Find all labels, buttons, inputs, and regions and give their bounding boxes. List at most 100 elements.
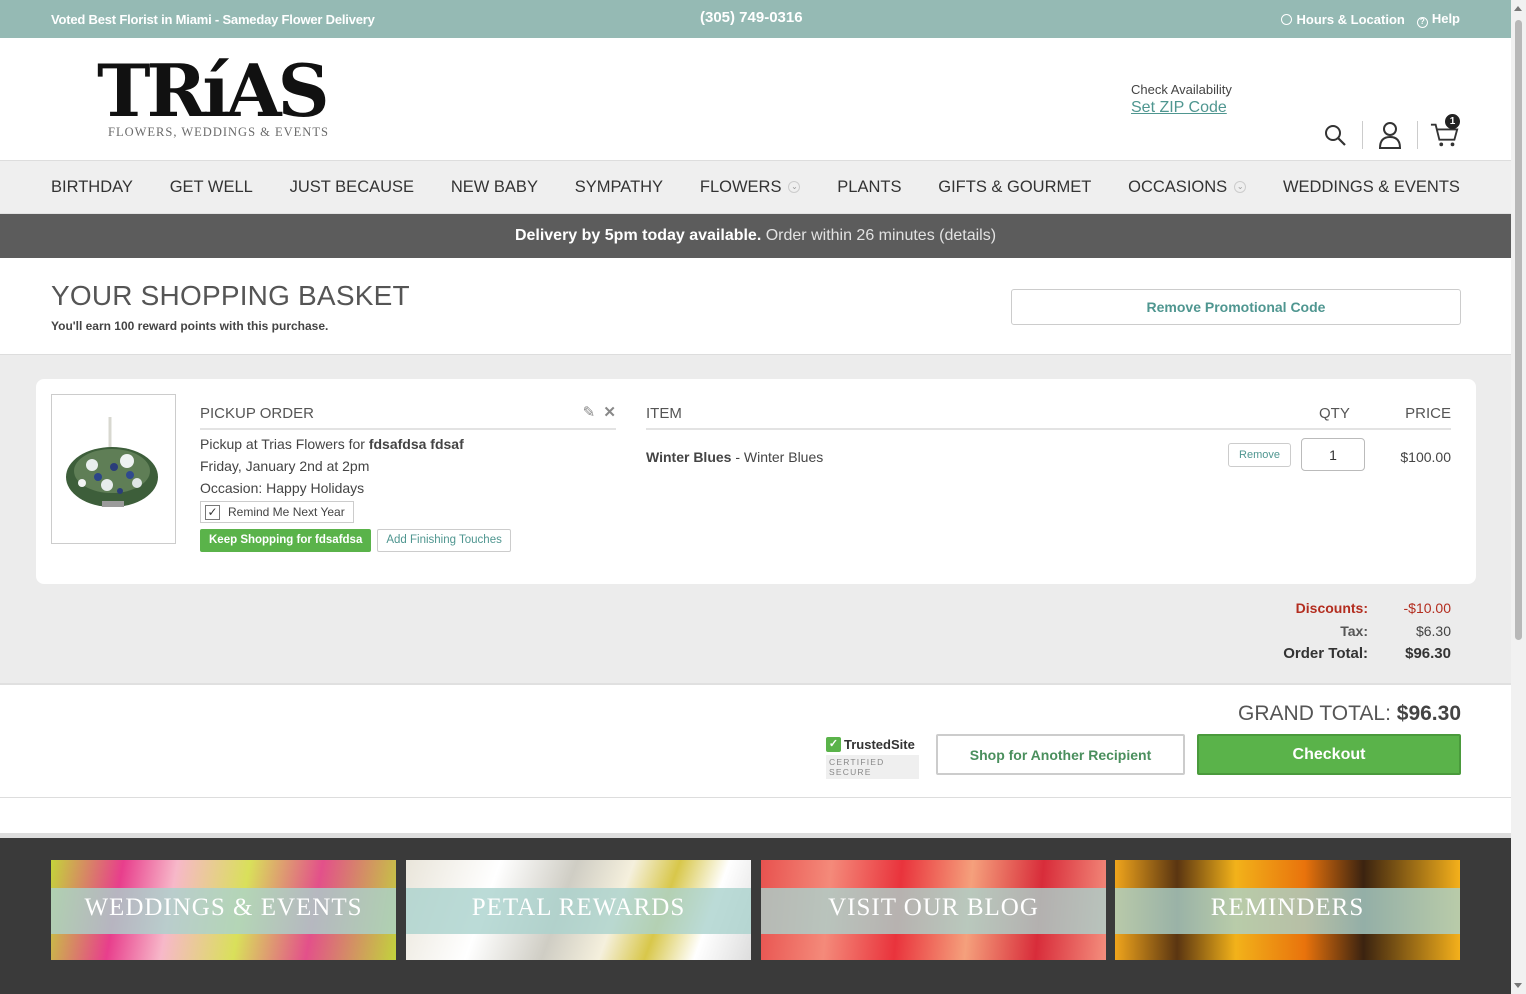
set-zip-link[interactable]: Set ZIP Code	[1131, 99, 1232, 117]
hours-label: Hours & Location	[1296, 11, 1405, 27]
chevron-down-icon: ⌄	[1234, 181, 1247, 193]
top-links: Hours & Location ? Help	[1281, 11, 1460, 28]
tagline: Voted Best Florist in Miami - Sameday Fl…	[51, 11, 375, 27]
grand-total-label: GRAND TOTAL:	[1238, 702, 1391, 725]
nav-occasions-label: Occasions	[1128, 177, 1228, 196]
site-header: TRíAS FLOWERS, WEDDINGS & EVENTS Check A…	[0, 38, 1511, 161]
table-row: Winter Blues - Winter Blues Remove $100.…	[646, 438, 1451, 478]
quantity-input[interactable]	[1301, 438, 1365, 471]
nav-gifts-gourmet[interactable]: Gifts & Gourmet	[938, 178, 1091, 197]
header-icons: 1	[1320, 114, 1460, 150]
search-icon[interactable]	[1320, 120, 1350, 150]
discounts-label: Discounts:	[1295, 599, 1368, 616]
delivery-details-link[interactable]: (details)	[939, 227, 996, 244]
nav-occasions[interactable]: Occasions ⌄	[1128, 177, 1247, 197]
checkbox-checked-icon: ✓	[205, 504, 220, 520]
pickup-order-section: PICKUP ORDER ✎ ✕ Pickup at Trias Flowers…	[200, 403, 616, 552]
help-icon: ?	[1416, 16, 1428, 28]
weddings-events-tile[interactable]: WEDDINGS & EVENTS	[51, 860, 396, 960]
nav-new-baby[interactable]: New Baby	[451, 178, 538, 197]
recipient-name: fdsafdsa fdsaf	[368, 436, 464, 452]
help-link[interactable]: ? Help	[1416, 10, 1460, 28]
spacer	[0, 798, 1511, 838]
shop-another-recipient-button[interactable]: Shop for Another Recipient	[936, 734, 1185, 775]
col-price: PRICE	[1405, 405, 1451, 422]
tile-label: WEDDINGS & EVENTS	[84, 894, 363, 921]
hours-location-link[interactable]: Hours & Location	[1281, 11, 1405, 27]
remove-item-button[interactable]: Remove	[1228, 443, 1291, 467]
occasion-text: Occasion: Happy Holidays	[200, 480, 365, 496]
checkout-area: GRAND TOTAL: $96.30 ✓ TrustedSite CERTIFI…	[0, 685, 1511, 798]
logo-tagline: FLOWERS, WEDDINGS & EVENTS	[108, 125, 329, 139]
discounts-row: Discounts: -$10.00	[1208, 596, 1451, 619]
col-item: ITEM	[646, 405, 682, 422]
close-icon[interactable]: ✕	[603, 404, 616, 421]
order-card: PICKUP ORDER ✎ ✕ Pickup at Trias Flowers…	[36, 379, 1476, 584]
pickup-recipient-line: Pickup at Trias Flowers for fdsafdsa fds…	[200, 436, 616, 452]
scrollbar[interactable]	[1511, 0, 1526, 994]
tax-label: Tax:	[1340, 622, 1368, 639]
page: Voted Best Florist in Miami - Sameday Fl…	[0, 0, 1511, 994]
scroll-up-icon[interactable]	[1514, 6, 1522, 11]
logo-wordmark: TRíAS	[97, 48, 330, 133]
order-totals: Discounts: -$10.00 Tax: $6.30 Order Tota…	[1208, 596, 1451, 665]
nav-get-well[interactable]: Get Well	[170, 178, 253, 197]
col-qty: QTY	[1319, 405, 1350, 422]
add-finishing-touches-button[interactable]: Add Finishing Touches	[377, 529, 511, 552]
check-availability: Check Availability Set ZIP Code	[1131, 82, 1232, 117]
trustedsite-name: TrustedSite	[844, 737, 915, 752]
order-tools: ✎ ✕	[583, 403, 616, 421]
account-icon[interactable]	[1375, 120, 1405, 150]
grand-total: GRAND TOTAL: $96.30	[1238, 702, 1461, 726]
checkout-button[interactable]: Checkout	[1197, 734, 1461, 775]
pickup-prefix: Pickup at Trias Flowers for	[200, 436, 365, 452]
reminders-tile[interactable]: REMINDERS	[1115, 860, 1460, 960]
remind-next-year-checkbox[interactable]: ✓ Remind Me Next Year	[200, 501, 354, 523]
grand-total-value: $96.30	[1396, 702, 1461, 725]
site-logo[interactable]: TRíAS FLOWERS, WEDDINGS & EVENTS	[97, 48, 330, 140]
scrollbar-thumb[interactable]	[1515, 20, 1522, 640]
pickup-date: Friday, January 2nd at 2pm	[200, 458, 370, 474]
page-title: YOUR SHOPPING BASKET	[51, 280, 410, 311]
phone-link[interactable]: (305) 749-0316	[700, 9, 803, 26]
chevron-down-icon: ⌄	[788, 181, 801, 193]
delivery-countdown: Order within 26 minutes	[765, 227, 935, 244]
order-total-value: $96.30	[1405, 645, 1451, 662]
item-title: Winter Blues	[646, 449, 732, 465]
items-header: ITEM QTY PRICE	[646, 405, 1451, 430]
item-variant: - Winter Blues	[735, 449, 824, 465]
tile-label: VISIT OUR BLOG	[828, 894, 1039, 921]
basket-body: PICKUP ORDER ✎ ✕ Pickup at Trias Flowers…	[0, 355, 1511, 685]
nav-plants[interactable]: Plants	[837, 178, 901, 197]
petal-rewards-tile[interactable]: PETAL REWARDS	[406, 860, 751, 960]
nav-weddings-events[interactable]: Weddings & Events	[1283, 178, 1460, 197]
order-total-label: Order Total:	[1283, 645, 1368, 662]
divider	[1362, 121, 1363, 149]
cart-icon[interactable]: 1	[1430, 114, 1460, 150]
item-name: Winter Blues - Winter Blues	[646, 449, 823, 465]
top-bar: Voted Best Florist in Miami - Sameday Fl…	[0, 0, 1511, 38]
visit-blog-tile[interactable]: VISIT OUR BLOG	[761, 860, 1106, 960]
nav-flowers-label: Flowers	[699, 177, 782, 196]
nav-birthday[interactable]: Birthday	[51, 178, 133, 197]
tile-label: PETAL REWARDS	[471, 894, 686, 921]
edit-icon[interactable]: ✎	[583, 404, 596, 421]
check-availability-label: Check Availability	[1131, 82, 1232, 97]
tax-row: Tax: $6.30	[1208, 619, 1451, 642]
item-price: $100.00	[1400, 449, 1451, 465]
remove-promo-button[interactable]: Remove Promotional Code	[1011, 289, 1461, 325]
nav-just-because[interactable]: Just Because	[290, 178, 414, 197]
trustedsite-badge[interactable]: ✓ TrustedSite CERTIFIED SECURE	[826, 737, 919, 779]
keep-shopping-button[interactable]: Keep Shopping for fdsafdsa	[200, 529, 372, 552]
cart-count-badge: 1	[1445, 114, 1460, 129]
check-icon: ✓	[826, 737, 841, 752]
product-image	[51, 394, 176, 544]
trustedsite-logo: ✓ TrustedSite	[826, 737, 919, 752]
nav-sympathy[interactable]: Sympathy	[575, 178, 663, 197]
help-label: Help	[1431, 10, 1460, 26]
scroll-down-icon[interactable]	[1514, 983, 1522, 988]
nav-flowers[interactable]: Flowers ⌄	[700, 178, 801, 197]
divider	[1417, 121, 1418, 149]
certified-secure-label: CERTIFIED SECURE	[826, 755, 919, 779]
tile-label: REMINDERS	[1210, 894, 1365, 921]
